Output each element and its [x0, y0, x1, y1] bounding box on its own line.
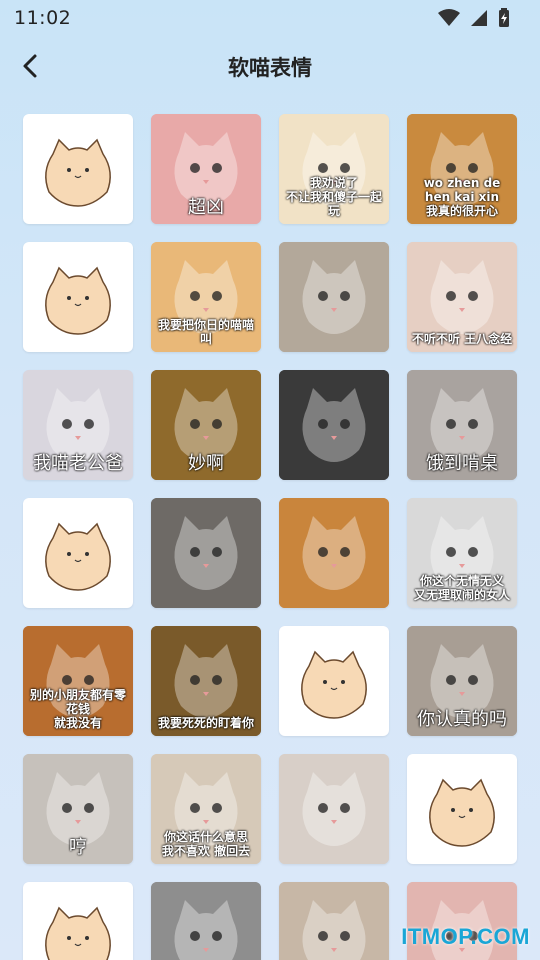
- watermark: ITMOP.COM: [401, 924, 530, 949]
- sticker-tile[interactable]: 你这话什么意思 我不喜欢 撤回去: [151, 754, 261, 864]
- sticker-tile[interactable]: 不听不听 王八念经: [407, 242, 517, 352]
- sticker-tile[interactable]: 超凶: [151, 114, 261, 224]
- sticker-caption: 你这个无情无义 又无理取闹的女人: [413, 574, 510, 602]
- sticker-caption: 我喵老公爸: [33, 453, 123, 474]
- status-icons: [438, 8, 510, 28]
- cell-signal-icon: [471, 10, 487, 26]
- status-time: 11:02: [14, 7, 72, 29]
- sticker-tile[interactable]: [279, 754, 389, 864]
- cat-drawing-icon: [301, 650, 367, 719]
- sticker-tile[interactable]: 哼: [23, 754, 133, 864]
- sticker-tile[interactable]: 我劝说了 不让我和傻子一起玩: [279, 114, 389, 224]
- sticker-caption: 你认真的吗: [417, 709, 507, 730]
- cat-photo-icon: [151, 882, 261, 960]
- page-title: 软喵表情: [228, 56, 312, 80]
- sticker-tile[interactable]: 别的小朋友都有零花钱 就我没有: [23, 626, 133, 736]
- sticker-caption: 超凶: [188, 197, 224, 218]
- sticker-tile[interactable]: [23, 498, 133, 608]
- sticker-tile[interactable]: 饿到啃桌: [407, 370, 517, 480]
- sticker-tile[interactable]: 妙啊: [151, 370, 261, 480]
- battery-icon: [499, 8, 509, 27]
- status-bar: 11:02: [0, 0, 540, 36]
- sticker-tile[interactable]: 我要把你日的喵喵叫: [151, 242, 261, 352]
- sticker-caption: 别的小朋友都有零花钱 就我没有: [29, 688, 126, 730]
- sticker-caption: 妙啊: [188, 453, 224, 474]
- sticker-caption: 哼: [69, 837, 87, 858]
- cat-drawing-icon: [45, 138, 111, 207]
- sticker-tile[interactable]: 我要死死的盯着你: [151, 626, 261, 736]
- sticker-tile[interactable]: [151, 498, 261, 608]
- cat-photo-icon: [279, 498, 389, 608]
- cat-photo-icon: [151, 498, 261, 608]
- cat-drawing-icon: [45, 906, 111, 960]
- cat-drawing-icon: [45, 266, 111, 335]
- sticker-tile[interactable]: [279, 370, 389, 480]
- app-header: 软喵表情: [0, 36, 540, 96]
- sticker-tile[interactable]: [23, 242, 133, 352]
- sticker-caption: 我劝说了 不让我和傻子一起玩: [285, 176, 382, 218]
- cat-drawing-icon: [429, 778, 495, 847]
- wifi-icon: [438, 9, 460, 26]
- sticker-tile[interactable]: [23, 114, 133, 224]
- sticker-tile[interactable]: [279, 242, 389, 352]
- sticker-tile[interactable]: 你这个无情无义 又无理取闹的女人: [407, 498, 517, 608]
- sticker-caption: 你这话什么意思 我不喜欢 撤回去: [161, 830, 251, 858]
- sticker-caption: 我要把你日的喵喵叫: [157, 318, 254, 346]
- sticker-caption: 不听不听 王八念经: [411, 332, 513, 346]
- cat-photo-icon: [279, 242, 389, 352]
- sticker-grid: 超凶 我劝说了 不让我和傻子一起玩 wo zhen de hen kai xin 我…: [23, 114, 517, 960]
- sticker-caption: 我要死死的盯着你: [157, 716, 254, 730]
- cat-photo-icon: [279, 754, 389, 864]
- cat-photo-icon: [279, 370, 389, 480]
- sticker-tile[interactable]: [279, 626, 389, 736]
- sticker-tile[interactable]: wo zhen de hen kai xin 我真的很开心: [407, 114, 517, 224]
- sticker-tile[interactable]: 我喵老公爸: [23, 370, 133, 480]
- sticker-caption: 饿到啃桌: [426, 453, 498, 474]
- sticker-caption: wo zhen de hen kai xin 我真的很开心: [423, 176, 501, 218]
- sticker-tile[interactable]: [279, 882, 389, 960]
- sticker-tile[interactable]: [23, 882, 133, 960]
- sticker-tile[interactable]: [407, 754, 517, 864]
- sticker-tile[interactable]: 你认真的吗: [407, 626, 517, 736]
- sticker-tile[interactable]: 老公~: [151, 882, 261, 960]
- sticker-tile[interactable]: [279, 498, 389, 608]
- cat-drawing-icon: [45, 522, 111, 591]
- cat-photo-icon: [279, 882, 389, 960]
